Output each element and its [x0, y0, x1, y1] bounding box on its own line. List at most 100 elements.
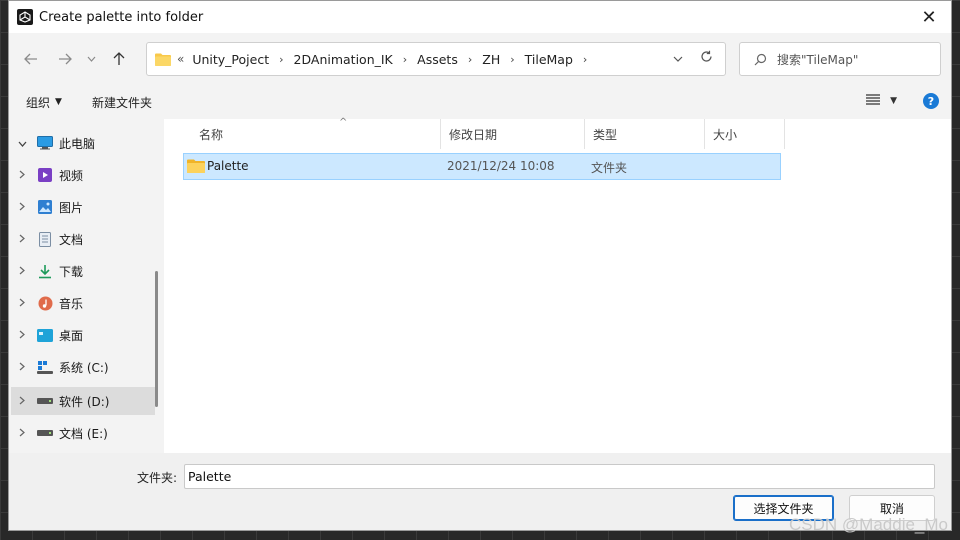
back-button[interactable] — [16, 44, 46, 74]
up-button[interactable] — [104, 44, 134, 74]
chevron-right-icon[interactable] — [11, 395, 33, 408]
sidebar-item-videos[interactable]: 视频 — [11, 161, 147, 189]
search-input[interactable]: 搜索"TileMap" — [739, 42, 941, 76]
breadcrumb-separator[interactable]: › — [583, 53, 587, 66]
arrow-left-icon — [24, 53, 37, 65]
download-icon — [37, 263, 53, 279]
computer-icon — [37, 135, 53, 151]
arrow-up-icon — [113, 52, 125, 65]
breadcrumb-separator[interactable]: › — [468, 53, 472, 66]
breadcrumb-separator[interactable]: › — [510, 53, 514, 66]
windows-drive-icon — [37, 359, 53, 375]
sidebar-item-label: 此电脑 — [59, 136, 96, 151]
column-header-modified[interactable]: 修改日期 — [441, 119, 585, 149]
sidebar-item-documents[interactable]: 文档 — [11, 225, 147, 253]
search-placeholder: 搜索"TileMap" — [777, 52, 859, 67]
folder-picker-dialog: Create palette into folder ✕ « Unity_Poj… — [8, 0, 952, 531]
address-history-button[interactable] — [673, 51, 683, 65]
new-folder-label: 新建文件夹 — [91, 95, 152, 110]
help-icon[interactable]: ? — [923, 93, 939, 109]
recent-locations-button[interactable] — [80, 44, 102, 74]
watermark-text: CSDN @Maddie_Mo — [789, 515, 948, 534]
view-options-icon[interactable] — [866, 93, 881, 109]
arrow-right-icon — [59, 53, 72, 65]
organize-label: 组织 — [26, 95, 51, 110]
breadcrumb-item[interactable]: Assets — [417, 52, 458, 67]
column-label: 修改日期 — [449, 127, 498, 142]
column-label: 名称 — [199, 127, 224, 142]
refresh-button[interactable] — [700, 50, 713, 67]
sidebar-item-label: 下载 — [59, 264, 84, 279]
file-modified: 2021/12/24 10:08 — [447, 159, 555, 173]
column-header-type[interactable]: 类型 — [585, 119, 705, 149]
close-button[interactable]: ✕ — [907, 1, 951, 33]
navigation-scrollbar[interactable] — [155, 271, 158, 407]
breadcrumb-item[interactable]: Unity_Poject — [192, 52, 269, 67]
sidebar-item-label: 音乐 — [59, 296, 84, 311]
sidebar-item-desktop[interactable]: 桌面 — [11, 321, 147, 349]
chevron-right-icon[interactable] — [11, 201, 33, 214]
chevron-right-icon[interactable] — [11, 169, 33, 182]
sidebar-item-label: 图片 — [59, 200, 84, 215]
new-folder-button[interactable]: 新建文件夹 — [92, 94, 152, 111]
documents-icon — [37, 231, 53, 247]
sidebar-item-downloads[interactable]: 下载 — [11, 257, 147, 285]
sidebar-item-label: 文档 (E:) — [59, 426, 108, 441]
breadcrumb-item[interactable]: 2DAnimation_IK — [294, 52, 393, 67]
sidebar-item-pictures[interactable]: 图片 — [11, 193, 147, 221]
chevron-down-icon — [87, 56, 95, 62]
sidebar-item-music[interactable]: 音乐 — [11, 289, 147, 317]
chevron-right-icon[interactable] — [11, 329, 33, 342]
folder-icon — [187, 159, 205, 173]
pictures-icon — [37, 199, 53, 215]
sidebar-item-label: 桌面 — [59, 328, 84, 343]
chevron-right-icon[interactable] — [11, 297, 33, 310]
drive-icon — [37, 425, 53, 441]
sidebar-item-label: 文档 — [59, 232, 84, 247]
sidebar-item-drive-e[interactable]: 文档 (E:) — [11, 419, 147, 447]
sidebar-item-label: 系统 (C:) — [59, 360, 109, 375]
chevron-right-icon[interactable] — [11, 265, 33, 278]
breadcrumb-separator[interactable]: › — [279, 53, 283, 66]
unity-icon — [17, 9, 33, 25]
navigation-bar: « Unity_Poject › 2DAnimation_IK › Assets… — [9, 33, 951, 85]
chevron-right-icon[interactable] — [11, 361, 33, 374]
sidebar-item-label: 视频 — [59, 168, 84, 183]
file-row[interactable]: Palette 2021/12/24 10:08 文件夹 — [183, 153, 781, 180]
breadcrumb-item[interactable]: TileMap — [525, 52, 573, 67]
column-header-name[interactable]: ^ 名称 — [191, 117, 441, 149]
folder-field-label: 文件夹: — [137, 471, 178, 485]
search-icon — [754, 53, 767, 65]
column-label: 大小 — [713, 127, 738, 142]
video-icon — [37, 167, 53, 183]
column-label: 类型 — [593, 127, 618, 142]
sidebar-item-drive-c[interactable]: 系统 (C:) — [11, 353, 147, 381]
chevron-right-icon[interactable] — [11, 233, 33, 246]
breadcrumb-item[interactable]: ZH — [482, 52, 500, 67]
refresh-icon — [701, 50, 712, 62]
organize-button[interactable]: 组织 ▼ — [26, 94, 62, 111]
folder-icon — [155, 53, 171, 66]
select-folder-label: 选择文件夹 — [753, 501, 814, 516]
title-bar: Create palette into folder ✕ — [9, 1, 951, 33]
address-bar[interactable]: « Unity_Poject › 2DAnimation_IK › Assets… — [146, 42, 726, 76]
file-type: 文件夹 — [591, 161, 628, 175]
file-name: Palette — [207, 159, 249, 173]
forward-button[interactable] — [50, 44, 80, 74]
overflow-crumb[interactable]: « — [177, 52, 184, 66]
breadcrumb-separator[interactable]: › — [403, 53, 407, 66]
folder-name-value: Palette — [188, 469, 232, 484]
window-title: Create palette into folder — [39, 9, 204, 25]
view-dropdown-icon[interactable]: ▼ — [890, 96, 897, 106]
desktop-icon — [37, 327, 53, 343]
sidebar-item-label: 软件 (D:) — [59, 394, 110, 409]
chevron-right-icon[interactable] — [11, 427, 33, 440]
drive-icon — [37, 393, 53, 409]
sidebar-item-this-pc[interactable]: 此电脑 — [11, 129, 147, 157]
file-list: ^ 名称 修改日期 类型 大小 Palette 2021/12/24 10:08… — [164, 117, 951, 453]
chevron-expanded-icon[interactable] — [11, 137, 33, 150]
folder-name-field[interactable]: Palette — [184, 464, 935, 489]
sort-ascending-icon: ^ — [339, 117, 348, 128]
sidebar-item-drive-d[interactable]: 软件 (D:) — [11, 387, 155, 415]
column-header-size[interactable]: 大小 — [705, 119, 785, 149]
